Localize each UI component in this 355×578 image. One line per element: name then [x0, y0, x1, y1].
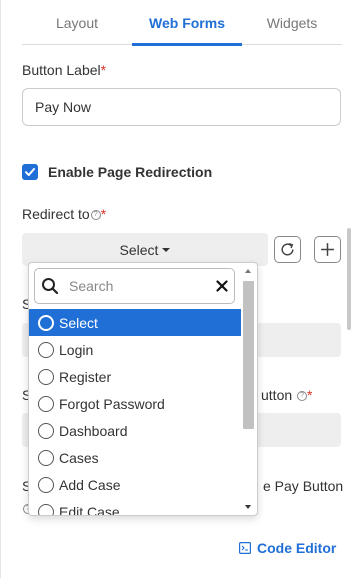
hidden-field-label-2-end: utton ? *	[261, 387, 312, 403]
radio-icon	[38, 395, 54, 412]
dropdown-option-login[interactable]: Login	[29, 336, 241, 363]
help-icon[interactable]: ?	[90, 210, 101, 221]
hidden-field-label-3-end: e Pay Button	[263, 478, 344, 494]
button-label-text: Button Label	[22, 62, 101, 78]
tab-web-forms[interactable]: Web Forms	[132, 0, 242, 46]
option-label: Add Case	[59, 476, 121, 493]
button-label-heading: Button Label*	[22, 62, 106, 78]
dropdown-option-dashboard[interactable]: Dashboard	[29, 417, 241, 444]
checkmark-icon	[25, 168, 35, 176]
required-mark: *	[307, 387, 313, 403]
page-redirection-toggle[interactable]: Enable Page Redirection	[22, 164, 212, 180]
radio-icon	[38, 368, 54, 385]
radio-icon	[38, 476, 54, 493]
redirection-checkbox-label: Enable Page Redirection	[48, 164, 213, 180]
redirect-dropdown-menu: Search Select Login Register Forgot Pass…	[28, 262, 258, 516]
search-placeholder: Search	[69, 278, 114, 294]
radio-icon	[38, 503, 54, 515]
caret-down-icon	[162, 247, 171, 252]
tab-widgets[interactable]: Widgets	[242, 0, 342, 45]
option-label: Login	[59, 341, 94, 358]
dropdown-scrollbar[interactable]	[241, 267, 256, 513]
radio-icon	[38, 422, 54, 439]
refresh-button[interactable]	[274, 236, 301, 263]
redirect-to-text: Redirect to	[22, 206, 90, 222]
refresh-icon	[281, 242, 294, 256]
code-editor-button[interactable]: Code Editor	[239, 540, 336, 556]
redirect-to-heading: Redirect to? *	[22, 206, 106, 222]
clear-icon[interactable]	[216, 280, 228, 292]
radio-icon	[38, 314, 54, 331]
scroll-up-icon[interactable]	[245, 269, 251, 273]
settings-panel: Layout Web Forms Widgets Button Label* P…	[0, 0, 355, 578]
option-label: Edit Case	[59, 503, 120, 516]
terminal-icon	[239, 542, 251, 554]
option-label: Register	[59, 368, 112, 385]
radio-icon	[38, 449, 54, 466]
dropdown-option-cases[interactable]: Cases	[29, 444, 241, 471]
option-label: Select	[59, 314, 98, 331]
redirect-to-selected: Select	[119, 241, 159, 258]
option-label: Forgot Password	[59, 395, 165, 412]
search-icon	[42, 278, 59, 295]
required-mark: *	[100, 206, 107, 222]
plus-icon	[321, 243, 334, 256]
code-editor-label: Code Editor	[257, 540, 337, 556]
button-fragment-text: utton	[261, 387, 293, 403]
option-label: Cases	[59, 449, 99, 466]
add-page-button[interactable]	[314, 236, 341, 263]
help-icon[interactable]: ?	[297, 391, 308, 402]
dropdown-option-register[interactable]: Register	[29, 363, 241, 390]
dropdown-option-select[interactable]: Select	[29, 309, 241, 336]
option-label: Dashboard	[59, 422, 128, 439]
required-mark: *	[100, 62, 107, 78]
redirection-checkbox[interactable]	[22, 164, 38, 180]
scroll-down-icon[interactable]	[245, 505, 251, 509]
dropdown-option-forgot-password[interactable]: Forgot Password	[29, 390, 241, 417]
radio-icon	[38, 341, 54, 358]
dropdown-search-input[interactable]: Search	[34, 268, 235, 304]
dropdown-option-edit-case[interactable]: Edit Case	[29, 498, 241, 516]
dropdown-scroll-thumb[interactable]	[243, 281, 254, 429]
dropdown-option-add-case[interactable]: Add Case	[29, 471, 241, 498]
tab-bar: Layout Web Forms Widgets	[22, 0, 342, 46]
tab-layout[interactable]: Layout	[22, 0, 132, 45]
dropdown-options: Select Login Register Forgot Password Da…	[29, 309, 241, 516]
button-label-value: Pay Now	[35, 99, 92, 115]
button-label-input[interactable]: Pay Now	[22, 88, 341, 126]
panel-scrollbar[interactable]	[347, 228, 351, 330]
